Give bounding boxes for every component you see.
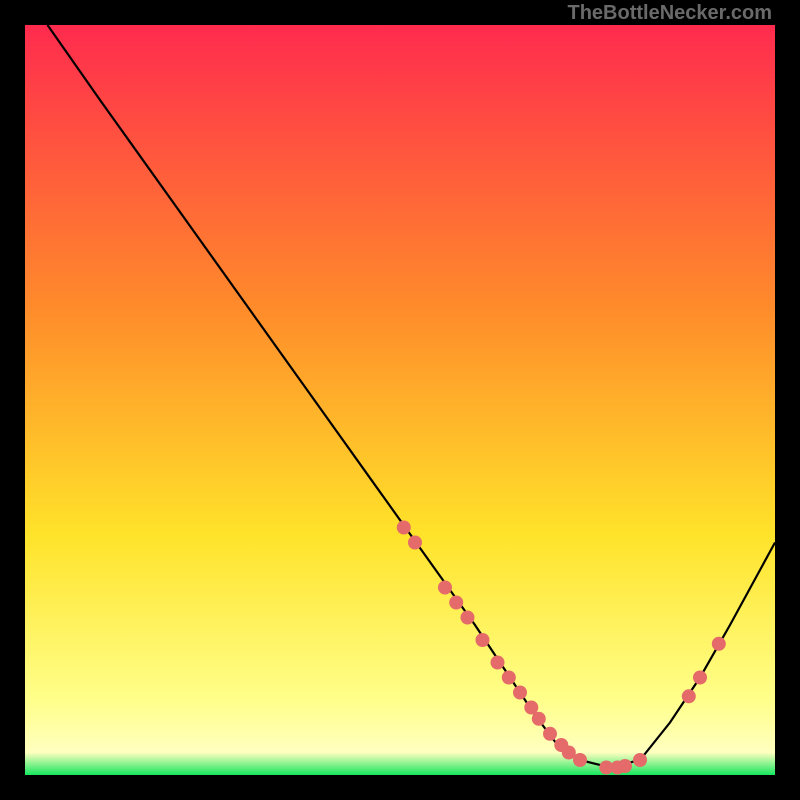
highlight-dot: [438, 581, 452, 595]
chart-canvas: [25, 25, 775, 775]
highlight-dot: [491, 656, 505, 670]
highlight-dot: [461, 611, 475, 625]
attribution-text: TheBottleNecker.com: [567, 2, 772, 25]
highlight-dot: [633, 753, 647, 767]
highlight-dot: [543, 727, 557, 741]
highlight-dot: [502, 671, 516, 685]
highlight-dot: [532, 712, 546, 726]
highlight-dot: [408, 536, 422, 550]
highlight-dot: [618, 759, 632, 773]
highlight-dot: [449, 596, 463, 610]
gradient-background: [25, 25, 775, 775]
highlight-dot: [573, 753, 587, 767]
chart-frame: [25, 25, 775, 775]
highlight-dot: [693, 671, 707, 685]
highlight-dot: [513, 686, 527, 700]
highlight-dot: [397, 521, 411, 535]
highlight-dot: [682, 689, 696, 703]
highlight-dot: [712, 637, 726, 651]
highlight-dot: [476, 633, 490, 647]
